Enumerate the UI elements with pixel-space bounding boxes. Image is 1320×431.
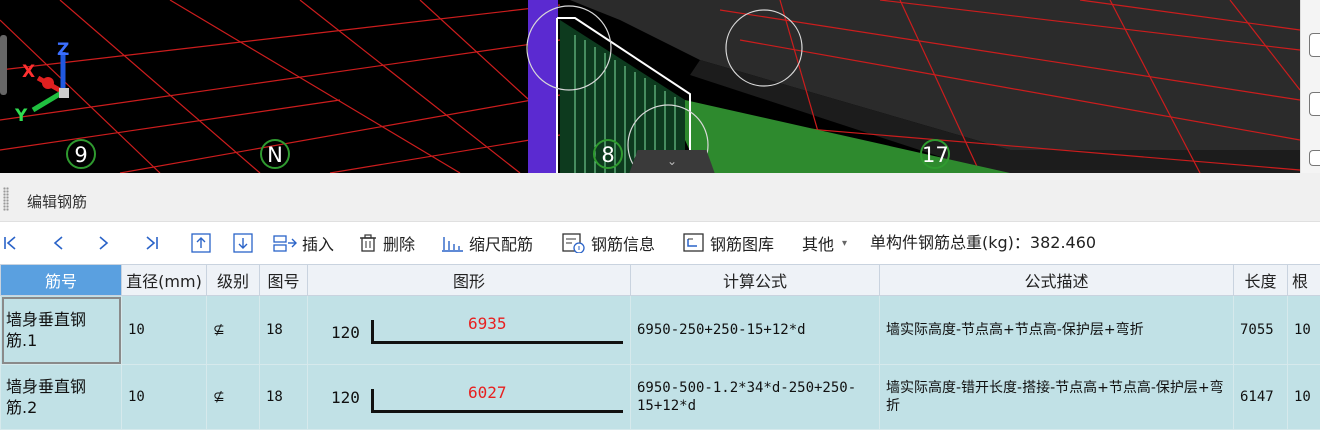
- rebar-info-button[interactable]: 钢筋信息: [562, 221, 655, 265]
- rebar-info-icon: [562, 233, 585, 253]
- length-cell[interactable]: 7055: [1233, 295, 1288, 365]
- formula-cell[interactable]: 6950-500-1.2*34*d-250+250-15+12*d: [630, 364, 880, 430]
- dropdown-arrow-icon: ▾: [842, 237, 848, 249]
- total-weight-value: 382.460: [1029, 233, 1097, 252]
- x-axis-label: X: [22, 62, 36, 82]
- trash-icon: [360, 234, 376, 252]
- chevron-down-icon: ⌄: [666, 154, 678, 168]
- shape-main-line: [371, 410, 623, 413]
- shape-hook-line: [371, 389, 374, 411]
- viewport-edge-handle[interactable]: [0, 35, 7, 95]
- scale-rebar-button[interactable]: 缩尺配筋: [440, 221, 533, 265]
- col-header-shape[interactable]: 图形: [307, 264, 631, 296]
- insert-button[interactable]: 插入: [273, 221, 334, 265]
- panel-title: 编辑钢筋: [27, 193, 88, 211]
- shape-no-cell[interactable]: 18: [259, 364, 308, 430]
- col-header-shape-no[interactable]: 图号: [259, 264, 308, 296]
- collapse-panel-tab[interactable]: ⌄: [629, 150, 715, 173]
- move-down-button[interactable]: [233, 221, 258, 265]
- right-tool-strip: [1300, 0, 1320, 173]
- shape-cell[interactable]: 120 6027: [307, 364, 631, 430]
- table-row[interactable]: 墙身垂直钢筋.2 10 ⊈ 18 120 6027 6950-500-1.2*3…: [0, 364, 1320, 430]
- rebar-name-cell[interactable]: 墙身垂直钢筋.2: [0, 364, 122, 430]
- axes-gizmo: [31, 52, 69, 113]
- grade-cell[interactable]: ⊈: [206, 295, 260, 365]
- grid-label-n: N: [260, 139, 290, 169]
- shape-cell[interactable]: 120 6935: [307, 295, 631, 365]
- previous-icon: [53, 236, 63, 250]
- shape-main-length: 6027: [468, 383, 507, 402]
- next-row-button[interactable]: [98, 221, 115, 265]
- col-header-grade[interactable]: 级别: [206, 264, 260, 296]
- first-row-button[interactable]: [3, 221, 22, 265]
- panel-titlebar[interactable]: 编辑钢筋: [0, 173, 1320, 222]
- drag-grip-icon[interactable]: [3, 187, 9, 211]
- rebar-table: 筋号 直径(mm) 级别 图号 图形 计算公式 公式描述 长度 根 墙身垂直钢筋…: [0, 264, 1320, 430]
- shape-left-length: 120: [331, 388, 360, 407]
- count-cell[interactable]: 10: [1287, 295, 1320, 365]
- other-menu-button[interactable]: 其他 ▾: [802, 221, 847, 265]
- grid-label-9: 9: [66, 139, 96, 169]
- first-icon: [4, 236, 16, 250]
- rebar-library-button[interactable]: 钢筋图库: [683, 221, 774, 265]
- shape-no-cell[interactable]: 18: [259, 295, 308, 365]
- arrow-down-icon: [233, 233, 253, 253]
- diameter-cell[interactable]: 10: [121, 295, 207, 365]
- col-header-length[interactable]: 长度: [1233, 264, 1288, 296]
- col-header-description[interactable]: 公式描述: [879, 264, 1234, 296]
- side-tool-button[interactable]: [1309, 150, 1320, 166]
- grid-label-17: 17: [920, 139, 950, 169]
- shape-left-length: 120: [331, 323, 360, 342]
- description-cell[interactable]: 墙实际高度-节点高+节点高-保护层+弯折: [879, 295, 1234, 365]
- model-scene: [0, 0, 1300, 173]
- col-header-name[interactable]: 筋号: [0, 264, 122, 296]
- table-row[interactable]: 墙身垂直钢筋.1 10 ⊈ 18 120 6935 6950-250+250-1…: [0, 295, 1320, 365]
- delete-button[interactable]: 删除: [358, 221, 415, 265]
- rebar-library-icon: [683, 233, 704, 252]
- scale-rebar-icon: [442, 237, 463, 252]
- grid-label-8: 8: [593, 139, 623, 169]
- total-weight: 单构件钢筋总重(kg)：382.460: [870, 233, 1097, 252]
- move-up-button[interactable]: [191, 221, 216, 265]
- shape-hook-line: [371, 320, 374, 342]
- length-cell[interactable]: 6147: [1233, 364, 1288, 430]
- rebar-toolbar: 插入 删除 缩尺配筋 钢筋信息 钢筋图库 其他 ▾ 单构件钢筋总重(kg)：38…: [0, 221, 1320, 265]
- col-header-count[interactable]: 根: [1287, 264, 1320, 296]
- shape-main-length: 6935: [468, 314, 507, 333]
- description-cell[interactable]: 墙实际高度-错开长度-搭接-节点高+节点高-保护层+弯折: [879, 364, 1234, 430]
- 3d-viewport[interactable]: Z X Y 9 N 8 17 ⌄: [0, 0, 1300, 173]
- col-header-diameter[interactable]: 直径(mm): [121, 264, 207, 296]
- shape-main-line: [371, 341, 623, 344]
- diameter-cell[interactable]: 10: [121, 364, 207, 430]
- previous-row-button[interactable]: [52, 221, 69, 265]
- next-icon: [99, 236, 109, 250]
- insert-icon: [273, 235, 297, 252]
- edit-rebar-panel: 编辑钢筋 插入 删除 缩尺配筋 钢筋信息 钢筋图库 其他 ▾ 单构件钢筋总重(k…: [0, 173, 1320, 431]
- last-row-button[interactable]: [145, 221, 164, 265]
- z-axis-label: Z: [57, 40, 70, 60]
- last-icon: [146, 236, 158, 250]
- side-tool-button[interactable]: [1309, 33, 1320, 57]
- table-header: 筋号 直径(mm) 级别 图号 图形 计算公式 公式描述 长度 根: [0, 264, 1320, 296]
- grade-cell[interactable]: ⊈: [206, 364, 260, 430]
- side-tool-button[interactable]: [1309, 92, 1320, 116]
- count-cell[interactable]: 10: [1287, 364, 1320, 430]
- formula-cell[interactable]: 6950-250+250-15+12*d: [630, 295, 880, 365]
- arrow-up-icon: [191, 233, 211, 253]
- rebar-name-cell[interactable]: 墙身垂直钢筋.1: [0, 295, 122, 365]
- y-axis-label: Y: [15, 106, 28, 126]
- col-header-formula[interactable]: 计算公式: [630, 264, 880, 296]
